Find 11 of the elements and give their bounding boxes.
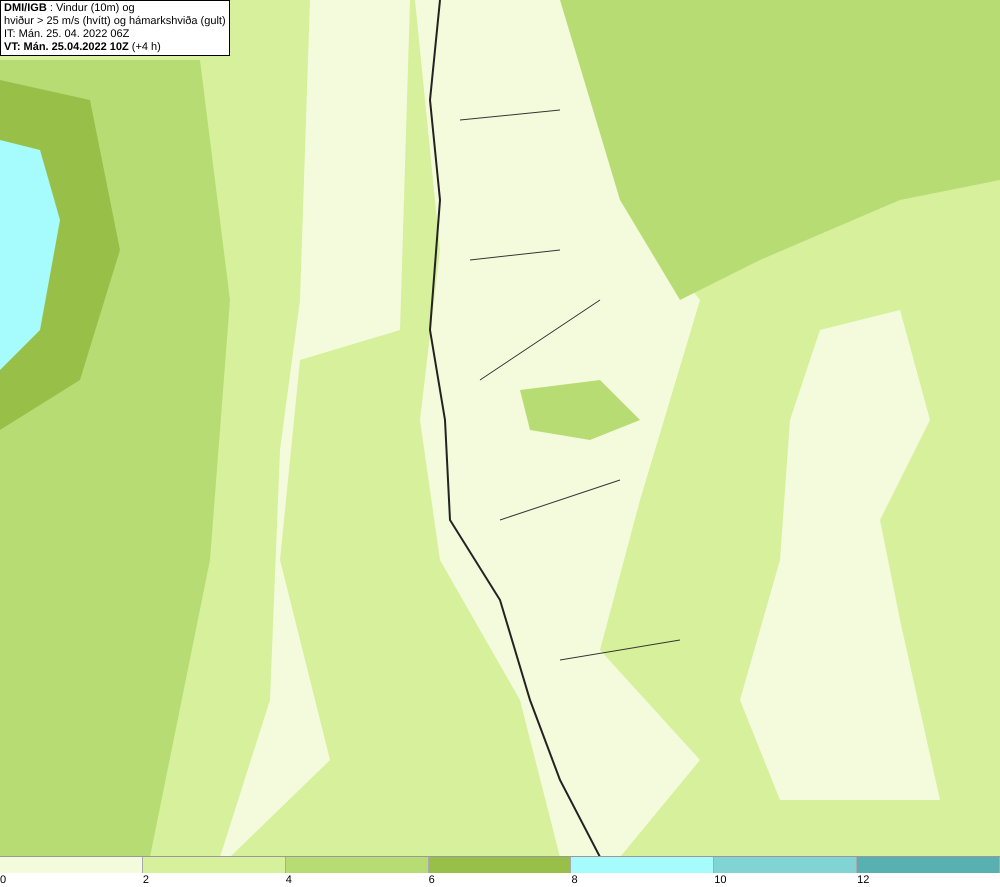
title-line: DMI/IGB : Vindur (10m) og bbox=[4, 2, 136, 15]
legend-label: 10 bbox=[714, 874, 727, 886]
legend-label: 8 bbox=[571, 874, 578, 886]
legend-label: 0 bbox=[0, 874, 6, 886]
title-line: IT: Mán. 25. 04. 2022 06Z bbox=[4, 28, 130, 41]
legend-label: 6 bbox=[428, 874, 435, 886]
legend-label: 12 bbox=[857, 874, 870, 886]
title-line: hviður > 25 m/s (hvítt) og hámarkshviða (gult) bbox=[4, 15, 226, 28]
legend-label: 2 bbox=[142, 874, 149, 886]
legend-label: 4 bbox=[286, 874, 292, 886]
title-line: VT: Mán. 25.04.2022 10Z (+4 h) bbox=[4, 41, 162, 54]
